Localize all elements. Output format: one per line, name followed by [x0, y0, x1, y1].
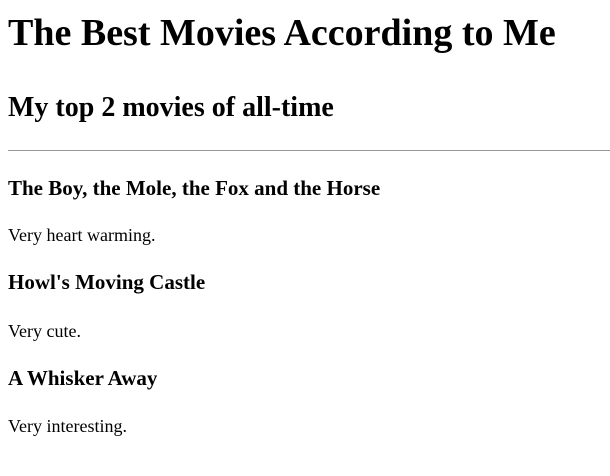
movie-list: The Boy, the Mole, the Fox and the Horse… — [8, 176, 610, 437]
movie-description: Very cute. — [8, 321, 81, 341]
movie-title: Howl's Moving Castle — [8, 270, 206, 294]
page: The Best Movies According to Me My top 2… — [0, 0, 610, 476]
divider — [8, 150, 610, 151]
movie-title: A Whisker Away — [8, 366, 158, 390]
movie-title: The Boy, the Mole, the Fox and the Horse — [8, 176, 381, 200]
page-title: The Best Movies According to Me — [8, 12, 556, 54]
page-subtitle: My top 2 movies of all-time — [8, 92, 334, 123]
movie-description: Very interesting. — [8, 416, 127, 436]
movie-description: Very heart warming. — [8, 225, 156, 245]
